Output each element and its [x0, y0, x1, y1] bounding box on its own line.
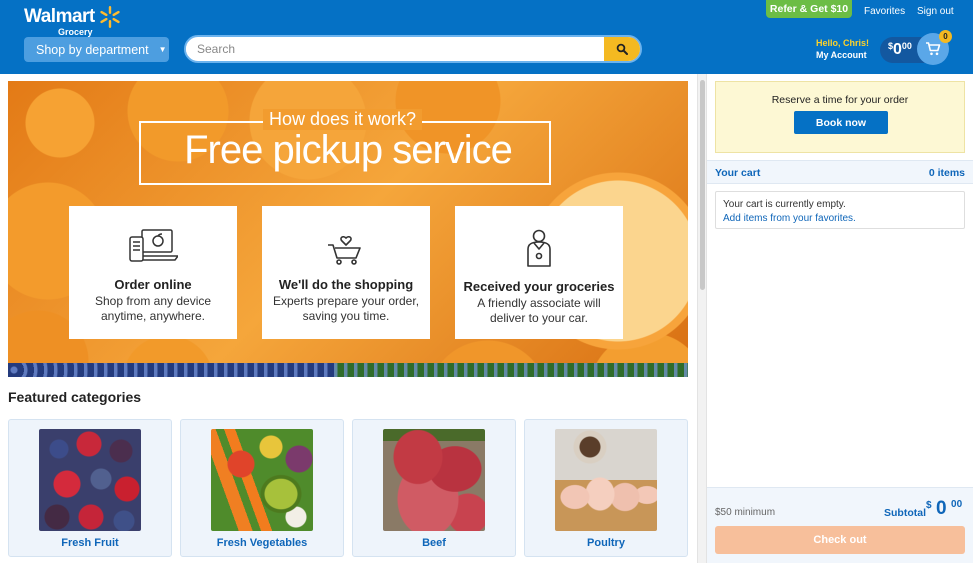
subtotal-cents: 00 [951, 499, 963, 510]
category-card-beef[interactable]: Beef [352, 419, 516, 557]
reserve-text: Reserve a time for your order [771, 94, 909, 106]
shopping-cart-heart-icon [328, 235, 361, 265]
hero-card-desc: A friendly associate will deliver to you… [477, 296, 601, 325]
cart-total-dollars: 0 [893, 41, 902, 58]
reserve-time-box: Reserve a time for your order Book now [715, 81, 965, 153]
cart-icon [926, 42, 941, 56]
sign-out-link[interactable]: Sign out [917, 6, 954, 17]
walmart-grocery-logo[interactable]: Walmart Grocery [24, 5, 122, 37]
my-account-link[interactable]: My Account [816, 50, 867, 60]
empty-cart-text: Your cart is currently empty. [723, 199, 846, 210]
add-from-favorites-link[interactable]: Add items from your favorites. [723, 213, 856, 224]
hero-card-shopping: We'll do the shopping Experts prepare yo… [262, 206, 430, 339]
hero-card-order-online: Order online Shop from any device anytim… [69, 206, 237, 339]
category-label: Fresh Fruit [61, 537, 119, 549]
hero-card-desc: Experts prepare your order, saving you t… [272, 294, 420, 323]
hero-card-desc: Shop from any device anytime, anywhere. [94, 294, 212, 323]
greeting[interactable]: Hello, Chris! [816, 38, 869, 48]
category-card-fresh-fruit[interactable]: Fresh Fruit [8, 419, 172, 557]
minimum-order-text: $50 minimum [715, 507, 776, 518]
shop-by-department-label: Shop by department [36, 42, 149, 57]
subtotal-value: $ 0 00 [926, 498, 962, 520]
hero-card-received: Received your groceries A friendly assoc… [455, 206, 623, 339]
cart-footer: $50 minimum Subtotal $ 0 00 Check out [707, 487, 973, 563]
header: Walmart Grocery Shop by department ▼ Sea… [0, 0, 973, 74]
subtotal-dollars: 0 [936, 498, 947, 519]
logo-subtext: Grocery [58, 27, 93, 37]
search-bar [184, 35, 642, 63]
cart-item-count: 0 items [928, 167, 965, 179]
cart-sidebar: Reserve a time for your order Book now Y… [707, 74, 973, 563]
hero-banner: How does it work? Free pickup service Or… [8, 81, 688, 377]
devices-icon [129, 229, 180, 262]
poultry-image [555, 429, 657, 531]
spark-icon [100, 6, 120, 28]
search-input[interactable] [186, 42, 604, 56]
main-scrollbar[interactable] [697, 74, 707, 563]
category-label: Fresh Vegetables [216, 537, 308, 549]
scrollbar-thumb[interactable] [700, 80, 705, 290]
hero-card-title: Received your groceries [463, 279, 615, 294]
checkout-button[interactable]: Check out [715, 526, 965, 554]
category-label: Poultry [587, 537, 625, 549]
book-now-button[interactable]: Book now [794, 111, 888, 134]
category-card-poultry[interactable]: Poultry [524, 419, 688, 557]
cart-total-cents: 00 [901, 41, 912, 51]
favorites-link[interactable]: Favorites [864, 6, 905, 17]
cart-title: Your cart [715, 167, 761, 179]
search-button[interactable] [604, 37, 640, 61]
cart-count-badge: 0 [939, 30, 952, 43]
hero-title: Free pickup service [184, 128, 513, 172]
fresh-vegetables-image [211, 429, 313, 531]
hero-berries-strip [8, 363, 688, 377]
beef-image [383, 429, 485, 531]
currency-symbol: $ [926, 500, 932, 511]
empty-cart-message: Your cart is currently empty. Add items … [715, 191, 965, 229]
category-label: Beef [422, 537, 446, 549]
shop-by-department-button[interactable]: Shop by department ▼ [24, 37, 169, 62]
hero-question: How does it work? [263, 109, 423, 130]
subtotal-label: Subtotal [884, 507, 926, 519]
chevron-down-icon: ▼ [158, 45, 167, 54]
refer-button[interactable]: Refer & Get $10 [766, 0, 852, 18]
category-card-fresh-vegetables[interactable]: Fresh Vegetables [180, 419, 344, 557]
hero-card-title: Order online [114, 277, 192, 292]
featured-categories-title: Featured categories [8, 389, 142, 405]
cart-header: Your cart 0 items [707, 160, 973, 184]
search-icon [616, 43, 628, 55]
fresh-fruit-image [39, 429, 141, 531]
currency-symbol: $ [888, 41, 894, 51]
hero-card-title: We'll do the shopping [278, 277, 414, 292]
associate-icon [527, 229, 551, 267]
logo-text: Walmart [24, 6, 95, 27]
